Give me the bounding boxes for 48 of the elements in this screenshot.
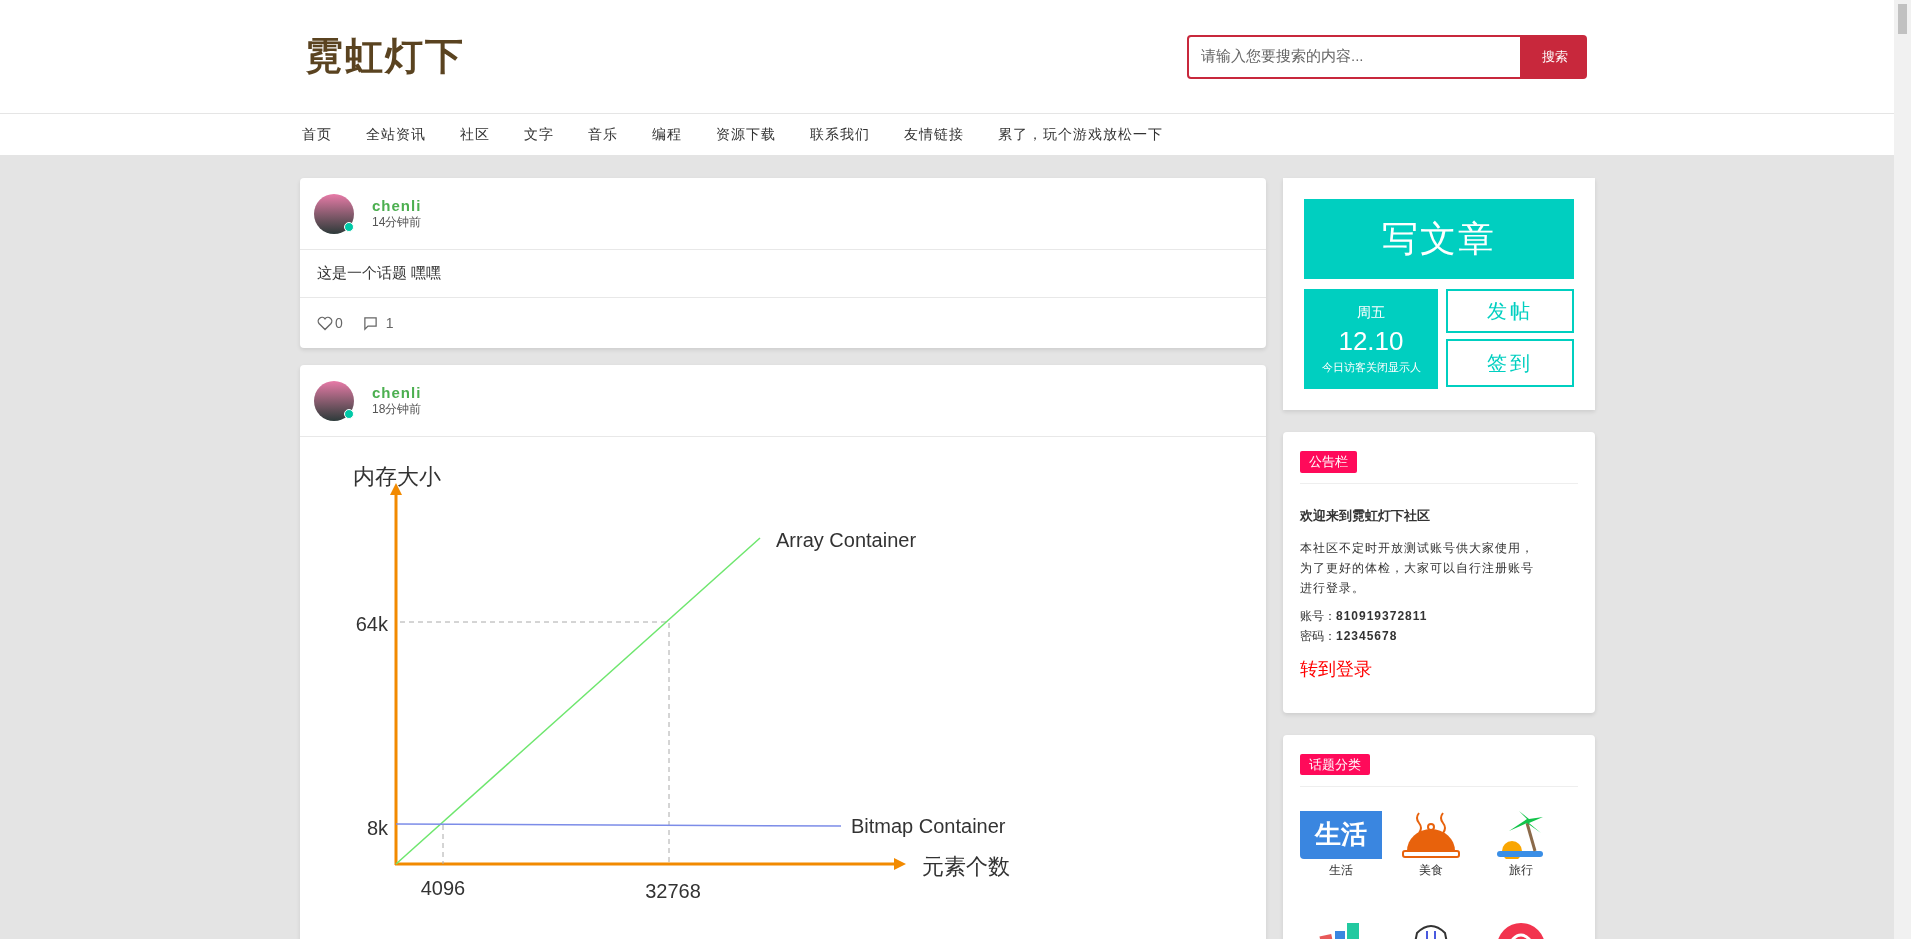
series-label: Array Container [776,529,917,551]
like-count: 0 [335,313,343,333]
site-logo[interactable]: 霓虹灯下 [305,28,465,85]
post-text: 这是一个话题 嘿嘿 [317,263,442,284]
notice-tag: 公告栏 [1300,451,1357,473]
password-value: 12345678 [1336,627,1398,645]
food-cloche-icon [1401,810,1461,859]
avatar[interactable] [314,193,354,234]
nav-link[interactable]: 累了，玩个游戏放松一下 [998,124,1163,145]
account-label: 账号： [1300,607,1336,625]
scrollbar[interactable] [1894,0,1911,939]
nav-link[interactable]: 友情链接 [904,124,964,145]
y-tick-label: 64k [355,613,388,635]
account-number: 810919372811 [1336,607,1428,625]
password-label: 密码： [1300,627,1336,645]
nav-link[interactable]: 编程 [652,124,682,145]
comment-count: 1 [385,313,394,333]
life-icon: 生活 [1300,810,1382,859]
visitor-count: 今日访客关闭显示人 [1321,360,1421,376]
nav-link[interactable]: 全站资讯 [366,124,426,145]
category-label[interactable]: 生活 [1329,860,1353,879]
nav-link[interactable]: 音乐 [588,124,618,145]
notice-body: 本社区不定时开放测试账号供大家使用，为了更好的体检，大家可以自行注册账号进行登录。 [1300,539,1535,597]
weekday: 周五 [1357,303,1385,323]
category-label[interactable]: 旅行 [1509,860,1533,879]
nav-link[interactable]: 联系我们 [810,124,870,145]
search-button[interactable]: 搜索 [1522,34,1587,79]
comment-icon[interactable] [362,315,378,331]
y-axis-title: 内存大小 [353,464,441,489]
x-tick-label: 32768 [645,880,701,902]
login-link[interactable]: 转到登录 [1300,655,1372,683]
notice-title: 欢迎来到霓虹灯下社区 [1300,507,1431,525]
x-axis-title: 元素个数 [922,854,1010,879]
nav-link[interactable]: 首页 [302,124,332,145]
category-label[interactable]: 美食 [1419,860,1443,879]
nav-link[interactable]: 社区 [460,124,490,145]
nav-link[interactable]: 文字 [524,124,554,145]
search-field[interactable]: 请输入您要搜索的内容... [1187,34,1522,79]
post-time: 14分钟前 [372,215,422,231]
x-tick-label: 4096 [420,877,466,899]
nav-link[interactable]: 资源下载 [716,124,776,145]
post-time: 18分钟前 [372,402,422,418]
category-tag: 话题分类 [1300,753,1370,775]
date: 12.10 [1338,325,1404,359]
avatar[interactable] [314,380,354,421]
heart-icon[interactable] [317,315,333,331]
series-label: Bitmap Container [851,815,1006,837]
y-tick-label: 8k [366,817,388,839]
